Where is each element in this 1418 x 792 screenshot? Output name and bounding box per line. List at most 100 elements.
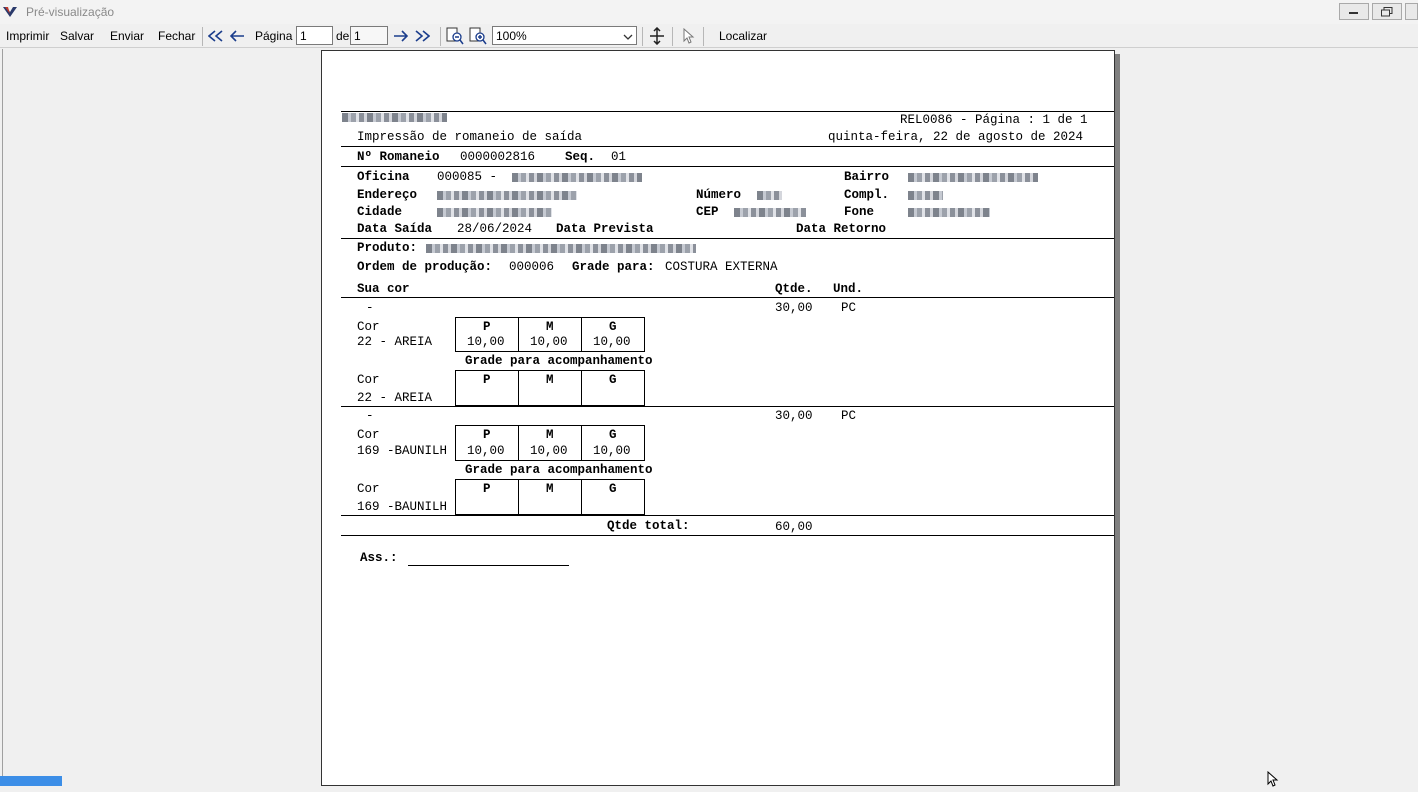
size-label: P bbox=[483, 320, 491, 334]
total-label: Qtde total: bbox=[607, 519, 690, 533]
toolbar-separator bbox=[642, 27, 643, 46]
print-button[interactable]: Imprimir bbox=[6, 29, 49, 43]
rule bbox=[341, 406, 1114, 407]
window-title: Pré-visualização bbox=[26, 5, 115, 19]
oficina-label: Oficina bbox=[357, 170, 410, 184]
item-dash: - bbox=[366, 409, 374, 423]
toolbar-separator bbox=[440, 27, 441, 46]
col-sua-cor: Sua cor bbox=[357, 282, 410, 296]
send-button[interactable]: Enviar bbox=[110, 29, 144, 43]
data-retorno-label: Data Retorno bbox=[796, 222, 887, 236]
cor-value: 22 - AREIA bbox=[357, 391, 433, 405]
redacted-oficina-name bbox=[512, 173, 642, 182]
restore-button[interactable] bbox=[1372, 3, 1402, 20]
next-page-icon[interactable] bbox=[391, 27, 409, 45]
rule bbox=[341, 238, 1114, 239]
rule bbox=[341, 535, 1114, 536]
zoom-out-icon[interactable] bbox=[446, 27, 464, 45]
bairro-label: Bairro bbox=[844, 170, 890, 184]
item-qtde: 30,00 bbox=[775, 409, 813, 423]
minimize-button[interactable] bbox=[1339, 3, 1369, 20]
size-label: M bbox=[546, 373, 554, 387]
page-label: Página bbox=[255, 29, 293, 43]
total-value: 60,00 bbox=[775, 520, 813, 534]
size-value: 10,00 bbox=[467, 335, 505, 349]
acompanhamento-label: Grade para acompanhamento bbox=[465, 463, 653, 477]
col-qtde: Qtde. bbox=[775, 282, 813, 296]
total-pages-field bbox=[350, 26, 388, 45]
cidade-label: Cidade bbox=[357, 205, 403, 219]
redacted-cidade bbox=[437, 208, 552, 217]
size-label: G bbox=[609, 320, 617, 334]
data-saida-label: Data Saída bbox=[357, 222, 433, 236]
redacted-company bbox=[342, 113, 447, 122]
first-page-icon[interactable] bbox=[207, 27, 225, 45]
toolbar: Imprimir Salvar Enviar Fechar Página de … bbox=[0, 24, 1418, 48]
toolbar-separator bbox=[672, 27, 673, 46]
save-button[interactable]: Salvar bbox=[60, 29, 94, 43]
cor-label: Cor bbox=[357, 482, 380, 496]
cor-value: 22 - AREIA bbox=[357, 335, 433, 349]
data-saida-value: 28/06/2024 bbox=[457, 222, 533, 236]
rule bbox=[341, 111, 1114, 112]
zoom-value: 100% bbox=[496, 29, 527, 43]
size-value: 10,00 bbox=[593, 335, 631, 349]
redacted-compl bbox=[908, 191, 943, 200]
close-preview-button[interactable]: Fechar bbox=[158, 29, 195, 43]
mouse-cursor-icon bbox=[1267, 770, 1281, 787]
size-value: 10,00 bbox=[593, 444, 631, 458]
size-label: G bbox=[609, 482, 617, 496]
size-value: 10,00 bbox=[530, 444, 568, 458]
report-page: REL0086 - Página : 1 de 1 Impressão de r… bbox=[321, 50, 1115, 786]
find-button[interactable]: Localizar bbox=[719, 29, 767, 43]
cor-value: 169 -BAUNILH bbox=[357, 500, 448, 514]
seq-value: 01 bbox=[611, 150, 627, 164]
item-dash: - bbox=[366, 301, 374, 315]
item-und: PC bbox=[841, 409, 857, 423]
item-und: PC bbox=[841, 301, 857, 315]
cep-label: CEP bbox=[696, 205, 719, 219]
rule bbox=[341, 515, 1114, 516]
page-width-icon[interactable] bbox=[648, 27, 666, 45]
zoom-select[interactable]: 100% bbox=[492, 26, 637, 45]
rule bbox=[341, 297, 1114, 298]
size-value: 10,00 bbox=[467, 444, 505, 458]
previous-page-icon[interactable] bbox=[229, 27, 247, 45]
ordem-label: Ordem de produção: bbox=[357, 260, 493, 274]
redacted-fone bbox=[908, 208, 990, 217]
romaneio-label: Nº Romaneio bbox=[357, 150, 440, 164]
romaneio-value: 0000002816 bbox=[460, 150, 536, 164]
size-label: M bbox=[546, 482, 554, 496]
report-subtitle: Impressão de romaneio de saída bbox=[357, 130, 583, 144]
redacted-produto bbox=[426, 244, 696, 253]
page-number-input[interactable] bbox=[296, 26, 333, 45]
redacted-bairro bbox=[908, 173, 1038, 182]
signature-label: Ass.: bbox=[360, 551, 398, 565]
size-label: G bbox=[609, 373, 617, 387]
redacted-numero bbox=[757, 191, 782, 200]
redacted-cep bbox=[734, 208, 806, 217]
app-icon bbox=[2, 5, 18, 19]
acompanhamento-label: Grade para acompanhamento bbox=[465, 354, 653, 368]
zoom-in-icon[interactable] bbox=[469, 27, 487, 45]
item-qtde: 30,00 bbox=[775, 301, 813, 315]
close-button[interactable] bbox=[1405, 3, 1418, 20]
cor-value: 169 -BAUNILH bbox=[357, 444, 448, 458]
redacted-endereco bbox=[437, 191, 577, 200]
signature-line bbox=[408, 565, 569, 566]
last-page-icon[interactable] bbox=[413, 27, 431, 45]
rule bbox=[341, 146, 1114, 147]
seq-label: Seq. bbox=[565, 150, 596, 164]
cor-label: Cor bbox=[357, 320, 380, 334]
taskbar-fragment bbox=[0, 776, 62, 786]
oficina-code: 000085 - bbox=[437, 170, 498, 184]
pointer-icon[interactable] bbox=[679, 27, 697, 45]
page-shadow bbox=[1115, 54, 1120, 786]
col-und: Und. bbox=[833, 282, 864, 296]
endereco-label: Endereço bbox=[357, 188, 418, 202]
cor-label: Cor bbox=[357, 428, 380, 442]
report-code-page: REL0086 - Página : 1 de 1 bbox=[900, 113, 1088, 127]
fone-label: Fone bbox=[844, 205, 875, 219]
toolbar-separator bbox=[202, 27, 203, 46]
chevron-down-icon bbox=[623, 30, 633, 44]
